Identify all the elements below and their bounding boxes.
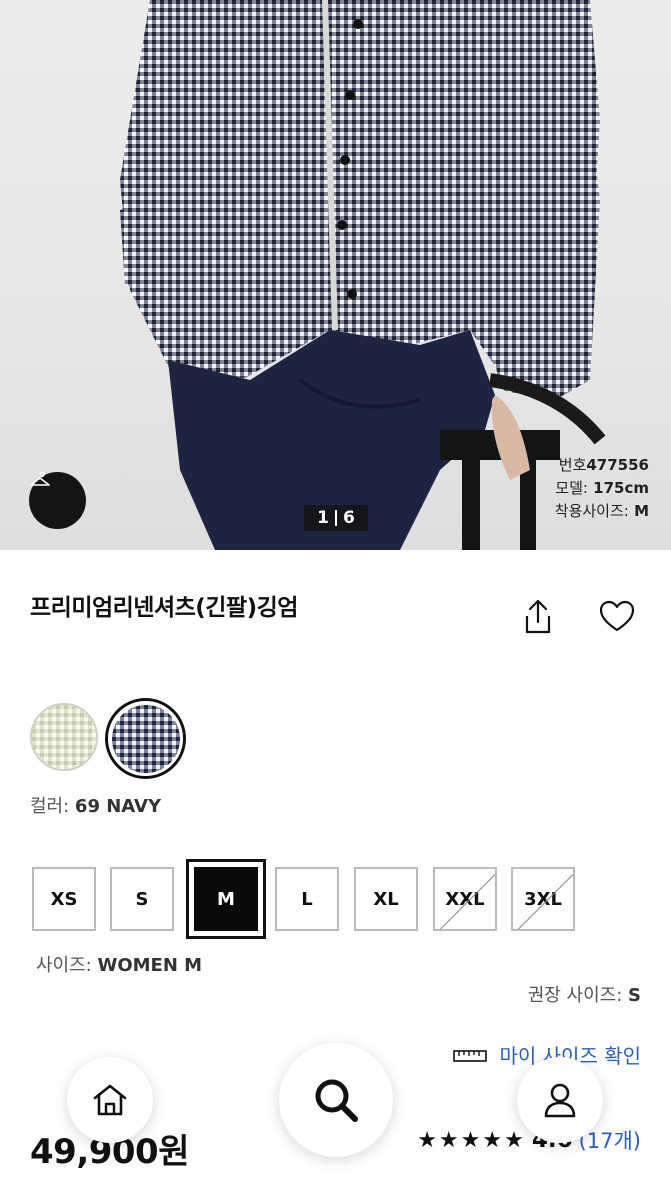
hanger-icon bbox=[30, 472, 50, 486]
size-label: L bbox=[301, 888, 313, 910]
color-swatch-green[interactable] bbox=[30, 703, 98, 771]
size-option-xl[interactable]: XL bbox=[354, 867, 418, 931]
product-number-row: 번호477556 bbox=[555, 454, 649, 477]
size-label-line: 사이즈: WOMEN M bbox=[36, 951, 202, 977]
color-label: 컬러: 69 NAVY bbox=[30, 792, 161, 818]
fit-size-row: 착용사이즈: M bbox=[555, 500, 649, 523]
heart-icon bbox=[599, 600, 635, 632]
model-height: 175cm bbox=[593, 479, 649, 497]
product-image-gallery[interactable]: 1 6 번호477556 모델: 175cm 착용사이즈: M bbox=[0, 0, 671, 550]
size-option-m[interactable]: M bbox=[194, 867, 258, 931]
model-info: 번호477556 모델: 175cm 착용사이즈: M bbox=[555, 454, 649, 523]
size-option-xs[interactable]: XS bbox=[32, 867, 96, 931]
rating-stars: ★★★★★ bbox=[417, 1127, 526, 1153]
search-button[interactable] bbox=[279, 1043, 393, 1157]
fit-size-label: 착용사이즈: bbox=[554, 502, 629, 520]
size-label: M bbox=[217, 888, 235, 910]
pager-divider bbox=[335, 510, 337, 526]
size-label-key: 사이즈: bbox=[36, 955, 92, 976]
ruler-icon bbox=[453, 1049, 488, 1062]
size-option-3xl[interactable]: 3XL bbox=[511, 867, 575, 931]
size-label: S bbox=[135, 888, 149, 910]
hanger-button[interactable] bbox=[29, 472, 86, 529]
pager-current: 1 bbox=[317, 508, 329, 528]
size-label: XS bbox=[50, 888, 78, 910]
account-button[interactable] bbox=[517, 1057, 603, 1143]
gingham-pattern bbox=[32, 705, 96, 769]
size-label: 3XL bbox=[524, 888, 562, 910]
share-icon bbox=[525, 599, 551, 634]
selected-size: WOMEN M bbox=[97, 955, 203, 976]
color-label-key: 컬러: bbox=[30, 796, 70, 817]
size-option-xxl[interactable]: XXL bbox=[433, 867, 497, 931]
recommended-size-label: 권장 사이즈: bbox=[527, 985, 623, 1006]
wishlist-button[interactable] bbox=[597, 598, 637, 636]
size-option-s[interactable]: S bbox=[110, 867, 174, 931]
size-option-l[interactable]: L bbox=[275, 867, 339, 931]
product-number: 477556 bbox=[586, 456, 649, 474]
model-height-row: 모델: 175cm bbox=[555, 477, 649, 500]
pager-total: 6 bbox=[343, 508, 355, 528]
share-button[interactable] bbox=[521, 598, 555, 636]
recommended-size-value: S bbox=[628, 985, 641, 1006]
home-icon bbox=[93, 1084, 127, 1116]
fit-size: M bbox=[634, 502, 649, 520]
model-height-label: 모델: bbox=[555, 479, 588, 497]
recommended-size: 권장 사이즈: S bbox=[528, 981, 641, 1007]
image-pager: 1 6 bbox=[304, 505, 368, 531]
color-swatch-navy[interactable] bbox=[112, 705, 180, 773]
selected-color: 69 NAVY bbox=[74, 796, 161, 817]
home-button[interactable] bbox=[67, 1057, 153, 1143]
search-icon bbox=[315, 1079, 358, 1122]
size-label: XXL bbox=[445, 888, 485, 910]
gingham-pattern bbox=[112, 705, 180, 773]
size-label: XL bbox=[373, 888, 399, 910]
product-title: 프리미엄리넨셔츠(긴팔)깅엄 bbox=[30, 595, 298, 621]
user-icon bbox=[544, 1083, 576, 1118]
product-number-label: 번호 bbox=[558, 456, 587, 474]
